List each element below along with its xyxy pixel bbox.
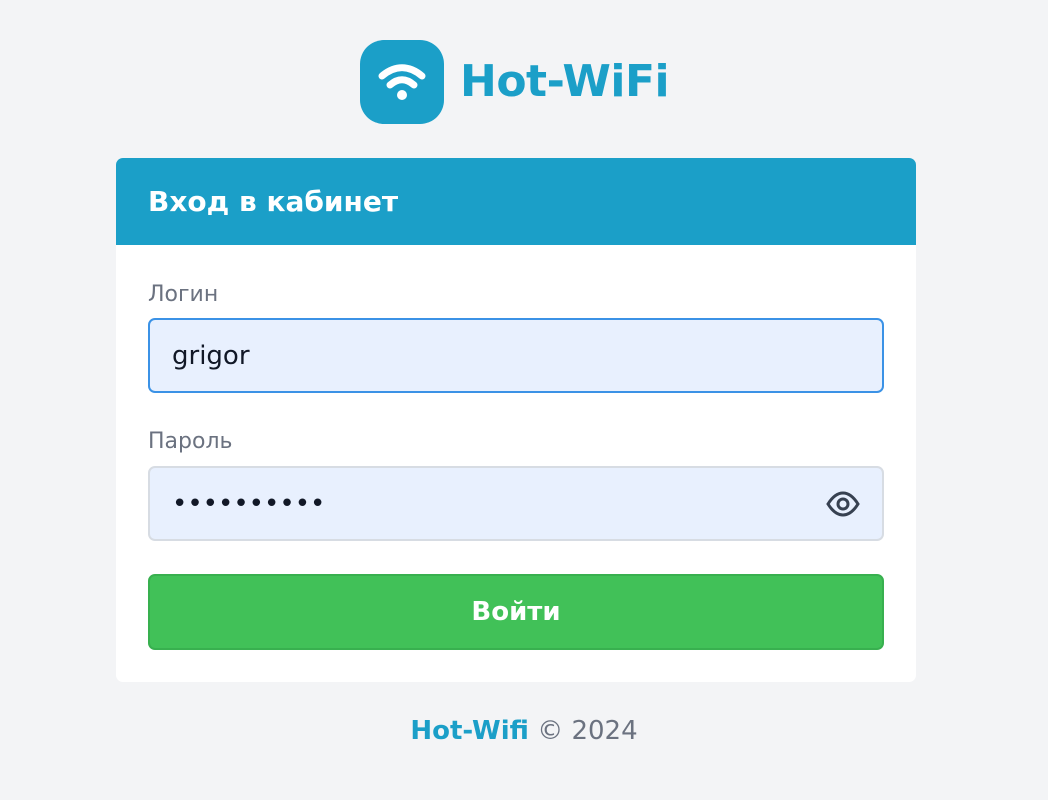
footer-brand-link[interactable]: Hot-Wifi [410,716,529,746]
brand-name: Hot-WiFi [460,56,670,107]
login-input[interactable] [150,320,882,391]
footer-copyright: © 2024 [537,716,638,746]
eye-icon[interactable] [826,490,860,517]
login-button[interactable]: Войти [148,574,884,650]
password-label: Пароль [148,429,233,454]
wifi-icon [360,40,444,124]
brand-logo: Hot-WiFi [360,40,670,124]
password-input[interactable] [150,468,882,539]
footer: Hot-Wifi © 2024 [0,716,1048,746]
login-field-container [148,318,884,393]
login-page: Hot-WiFi Вход в кабинет Логин Пароль Вой… [0,0,1048,800]
password-field-container [148,466,884,541]
login-card: Вход в кабинет Логин Пароль Войти [116,158,916,682]
login-label: Логин [148,282,219,307]
login-card-title: Вход в кабинет [116,158,916,245]
